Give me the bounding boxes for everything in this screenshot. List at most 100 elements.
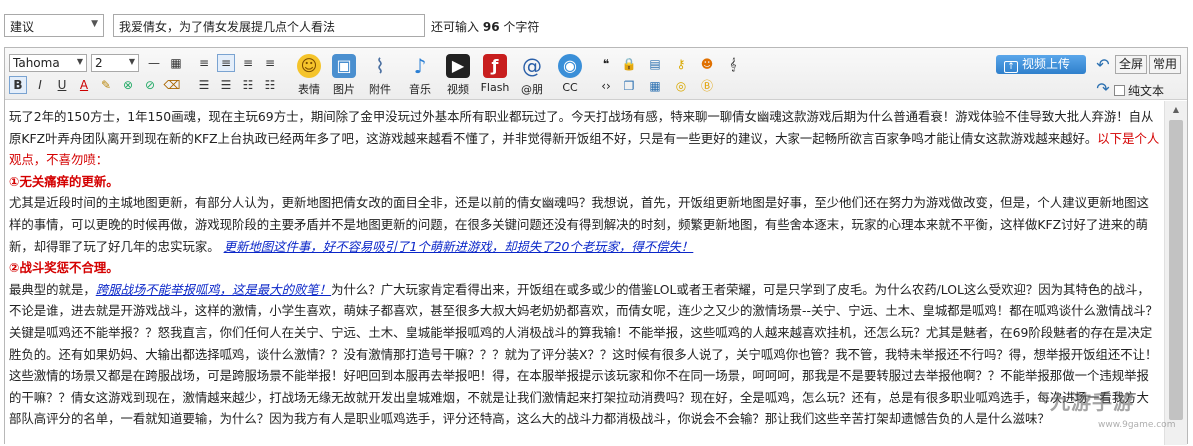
video-upload-button[interactable]: ↑ 视频上传 [996, 55, 1086, 74]
font-family-value: Tahoma [13, 56, 60, 70]
scroll-up-icon[interactable]: ▲ [1165, 101, 1187, 118]
music-label: 音乐 [409, 83, 431, 96]
title-input[interactable]: 我爱倩女，为了倩女发展提几点个人看法 [113, 14, 425, 37]
remaining-count: 96 [482, 20, 500, 34]
editor-content[interactable]: 玩了2年的150方士，1年150画魂，现在主玩69方士，期间除了金甲没玩过外基本… [9, 106, 1161, 446]
fullscreen-button[interactable]: 全屏 [1115, 55, 1148, 74]
emoji-button[interactable]: ☺ 表情 [292, 52, 326, 98]
paragraph: 玩了2年的150方士，1年150画魂，现在主玩69方士，期间除了金甲没玩过外基本… [9, 106, 1161, 171]
background-color-icon[interactable]: ✎ [97, 76, 115, 94]
chevron-down-icon: ▼ [128, 57, 135, 66]
table-icon[interactable]: ▦ [167, 54, 185, 72]
title-input-value: 我爱倩女，为了倩女发展提几点个人看法 [119, 20, 336, 34]
at-icon: @ [522, 54, 542, 78]
cc-button[interactable]: ◉ CC [553, 52, 587, 98]
paragraph-text: 为什么？广大玩家肯定看得出来，开饭组在或多或少的借鉴LOL或者王者荣耀，可是只学… [9, 281, 1158, 427]
bold-button[interactable]: B [9, 76, 27, 94]
plain-text-checkbox[interactable] [1114, 85, 1125, 96]
remaining-prefix: 还可输入 [431, 20, 480, 34]
align-right-icon[interactable]: ≡ [261, 54, 279, 72]
video-label: 视频 [447, 83, 469, 96]
mascot-icon[interactable]: ☻ [699, 56, 715, 72]
font-size-select[interactable]: 2 ▼ [91, 54, 139, 72]
emphasis-link[interactable]: 更新地图这件事，好不容易吸引了1个萌新进游戏，却损失了20个老玩家，得不偿失！ [224, 239, 694, 254]
float-right-icon[interactable]: ☰ [217, 76, 235, 94]
scrollbar-thumb[interactable] [1169, 120, 1183, 420]
image-button[interactable]: ▣ 图片 [327, 52, 361, 98]
grid-icon[interactable]: ▦ [647, 78, 663, 94]
category-select-value: 建议 [10, 20, 35, 34]
common-label: 常用 [1153, 57, 1178, 71]
section-heading: ②战斗奖惩不合理。 [9, 260, 119, 276]
font-color-label: A [79, 78, 89, 92]
attachment-button[interactable]: ⌇ 附件 [363, 52, 397, 98]
align-justify-icon[interactable]: ≡ [195, 54, 213, 72]
attachment-label: 附件 [369, 83, 391, 96]
float-left-icon[interactable]: ☰ [195, 76, 213, 94]
emoji-label: 表情 [298, 83, 320, 96]
music-clef-icon[interactable]: 𝄞 [725, 56, 741, 72]
music-note-icon: ♪ [413, 54, 427, 78]
cc-label: CC [562, 81, 578, 94]
plain-text-toggle[interactable]: 纯文本 [1114, 82, 1164, 99]
video-button[interactable]: ▶ 视频 [441, 52, 475, 98]
flash-label: Flash [480, 81, 510, 94]
font-size-value: 2 [95, 56, 103, 70]
film-icon: ▶ [446, 54, 470, 78]
image-icon: ▣ [332, 54, 356, 78]
mention-label: @朋 [521, 83, 543, 96]
link-icon[interactable]: ⊗ [119, 76, 137, 94]
font-family-select[interactable]: Tahoma ▼ [9, 54, 87, 72]
code-icon[interactable]: ‹› [598, 78, 614, 94]
music-button[interactable]: ♪ 音乐 [403, 52, 437, 98]
align-left-icon[interactable]: ≡ [217, 54, 235, 72]
fullscreen-label: 全屏 [1119, 57, 1144, 71]
plain-text-label: 纯文本 [1128, 84, 1165, 98]
ordered-list-icon[interactable]: ☷ [239, 76, 257, 94]
font-color-button[interactable]: A [75, 76, 93, 94]
category-select[interactable]: 建议 ▼ [4, 14, 104, 37]
paragraph-text: 最典型的就是， [9, 281, 96, 297]
common-button[interactable]: 常用 [1149, 55, 1182, 74]
hide-content-icon[interactable]: 🔒 [621, 56, 637, 72]
unlink-icon[interactable]: ⊘ [141, 76, 159, 94]
underline-label: U [57, 78, 67, 92]
horizontal-line-icon[interactable]: — [145, 54, 163, 72]
italic-button[interactable]: I [31, 76, 49, 94]
flash-button[interactable]: ƒ Flash [478, 52, 512, 98]
align-center-icon[interactable]: ≡ [239, 54, 257, 72]
italic-label: I [38, 78, 42, 92]
underline-button[interactable]: U [53, 76, 71, 94]
paragraph-text: 玩了2年的150方士，1年150画魂，现在主玩69方士，期间除了金甲没玩过外基本… [9, 109, 1154, 146]
section-heading: ①无关痛痒的更新。 [9, 173, 119, 189]
window-icon[interactable]: ❐ [621, 78, 637, 94]
bg-icon[interactable]: Ⓑ [699, 78, 715, 94]
badge-icon[interactable]: ◎ [673, 78, 689, 94]
chevron-down-icon: ▼ [76, 57, 83, 66]
quote-icon[interactable]: ❝ [598, 56, 614, 72]
cc-mascot-icon: ◉ [558, 54, 582, 78]
undo-icon[interactable]: ↶ [1095, 57, 1111, 73]
paperclip-icon: ⌇ [375, 54, 385, 78]
smiley-icon: ☺ [297, 54, 321, 78]
image-label: 图片 [333, 83, 355, 96]
key-icon[interactable]: ⚷ [673, 56, 689, 72]
remaining-chars: 还可输入 96 个字符 [431, 18, 539, 35]
bold-label: B [13, 78, 23, 92]
post-header-row: 建议 ▼ 我爱倩女，为了倩女发展提几点个人看法 还可输入 96 个字符 [4, 14, 1184, 38]
redo-icon[interactable]: ↷ [1095, 81, 1111, 97]
chevron-down-icon: ▼ [91, 19, 98, 29]
emphasis-link[interactable]: 跨服战场不能举报呱鸡，这是最大的败笔！ [96, 282, 331, 297]
watermark-url: www.9game.com [1098, 420, 1176, 430]
clear-format-icon[interactable]: ⌫ [163, 76, 181, 94]
watermark: 九游手游 www.9game.com [1008, 380, 1184, 440]
paragraph: 尤其是近段时间的主城地图更新，有部分人认为，更新地图把倩女改的面目全非，还是以前… [9, 192, 1161, 257]
mention-button[interactable]: @ @朋 [515, 52, 549, 98]
video-upload-label: 视频上传 [1022, 57, 1071, 71]
flash-icon: ƒ [483, 54, 507, 78]
editor-toolbar: Tahoma ▼ 2 ▼ — ▦ B I U A ✎ ⊗ ⊘ ⌫ ≡ ≡ ≡ ≡… [5, 48, 1187, 100]
paragraph: 最典型的就是，跨服战场不能举报呱鸡，这是最大的败笔！为什么？广大玩家肯定看得出来… [9, 279, 1161, 430]
toc-icon[interactable]: ▤ [647, 56, 663, 72]
remaining-suffix: 个字符 [503, 20, 540, 34]
unordered-list-icon[interactable]: ☷ [261, 76, 279, 94]
